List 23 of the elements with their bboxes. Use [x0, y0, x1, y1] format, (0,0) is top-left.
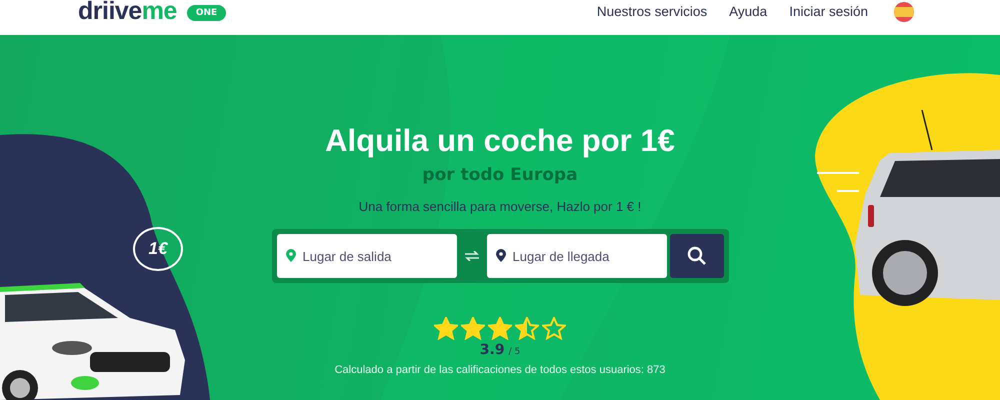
speed-lines-icon [817, 172, 859, 192]
arrival-field[interactable]: Lugar de llegada [486, 234, 666, 278]
logo-badge: ONE [186, 4, 226, 20]
star-icon [434, 317, 458, 340]
swap-arrows-icon[interactable] [464, 251, 478, 261]
rating-score: 3.9 [480, 342, 505, 358]
rating-caption: Calculado a partir de las calificaciones de todos estos usuarios: 873 [334, 364, 666, 376]
star-icon [488, 317, 512, 340]
search-button[interactable] [670, 234, 724, 278]
nav-link[interactable]: Nuestros servicios [596, 4, 708, 19]
nav-link[interactable]: Ayuda [729, 4, 768, 19]
departure-field[interactable]: Lugar de salida [276, 234, 456, 278]
hero-title: Alquila un coche por 1€ [325, 123, 675, 159]
logo[interactable]: driiveme [78, 0, 177, 24]
rating-scale: / 5 [508, 347, 520, 357]
spain-flag-icon[interactable] [894, 2, 914, 22]
star-icon [542, 317, 566, 340]
hero-subtitle: por todo Europa [422, 165, 578, 185]
search-icon [686, 246, 706, 266]
hero-tagline: Una forma sencilla para moverse, Hazlo por 1 € ! [358, 199, 642, 214]
nav-link[interactable]: Iniciar sesión [789, 4, 868, 19]
star-icon [515, 317, 539, 340]
star-icon [461, 317, 485, 340]
